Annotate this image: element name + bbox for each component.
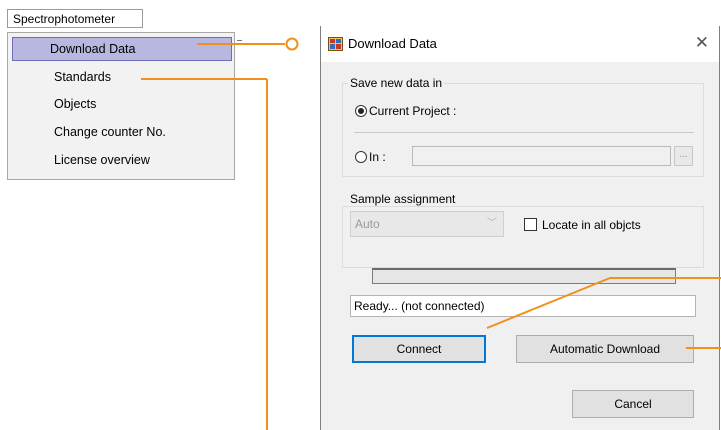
callout-overlay bbox=[141, 37, 721, 430]
callout-endpoint-circle bbox=[285, 37, 299, 51]
callout-line-connect bbox=[486, 277, 611, 329]
